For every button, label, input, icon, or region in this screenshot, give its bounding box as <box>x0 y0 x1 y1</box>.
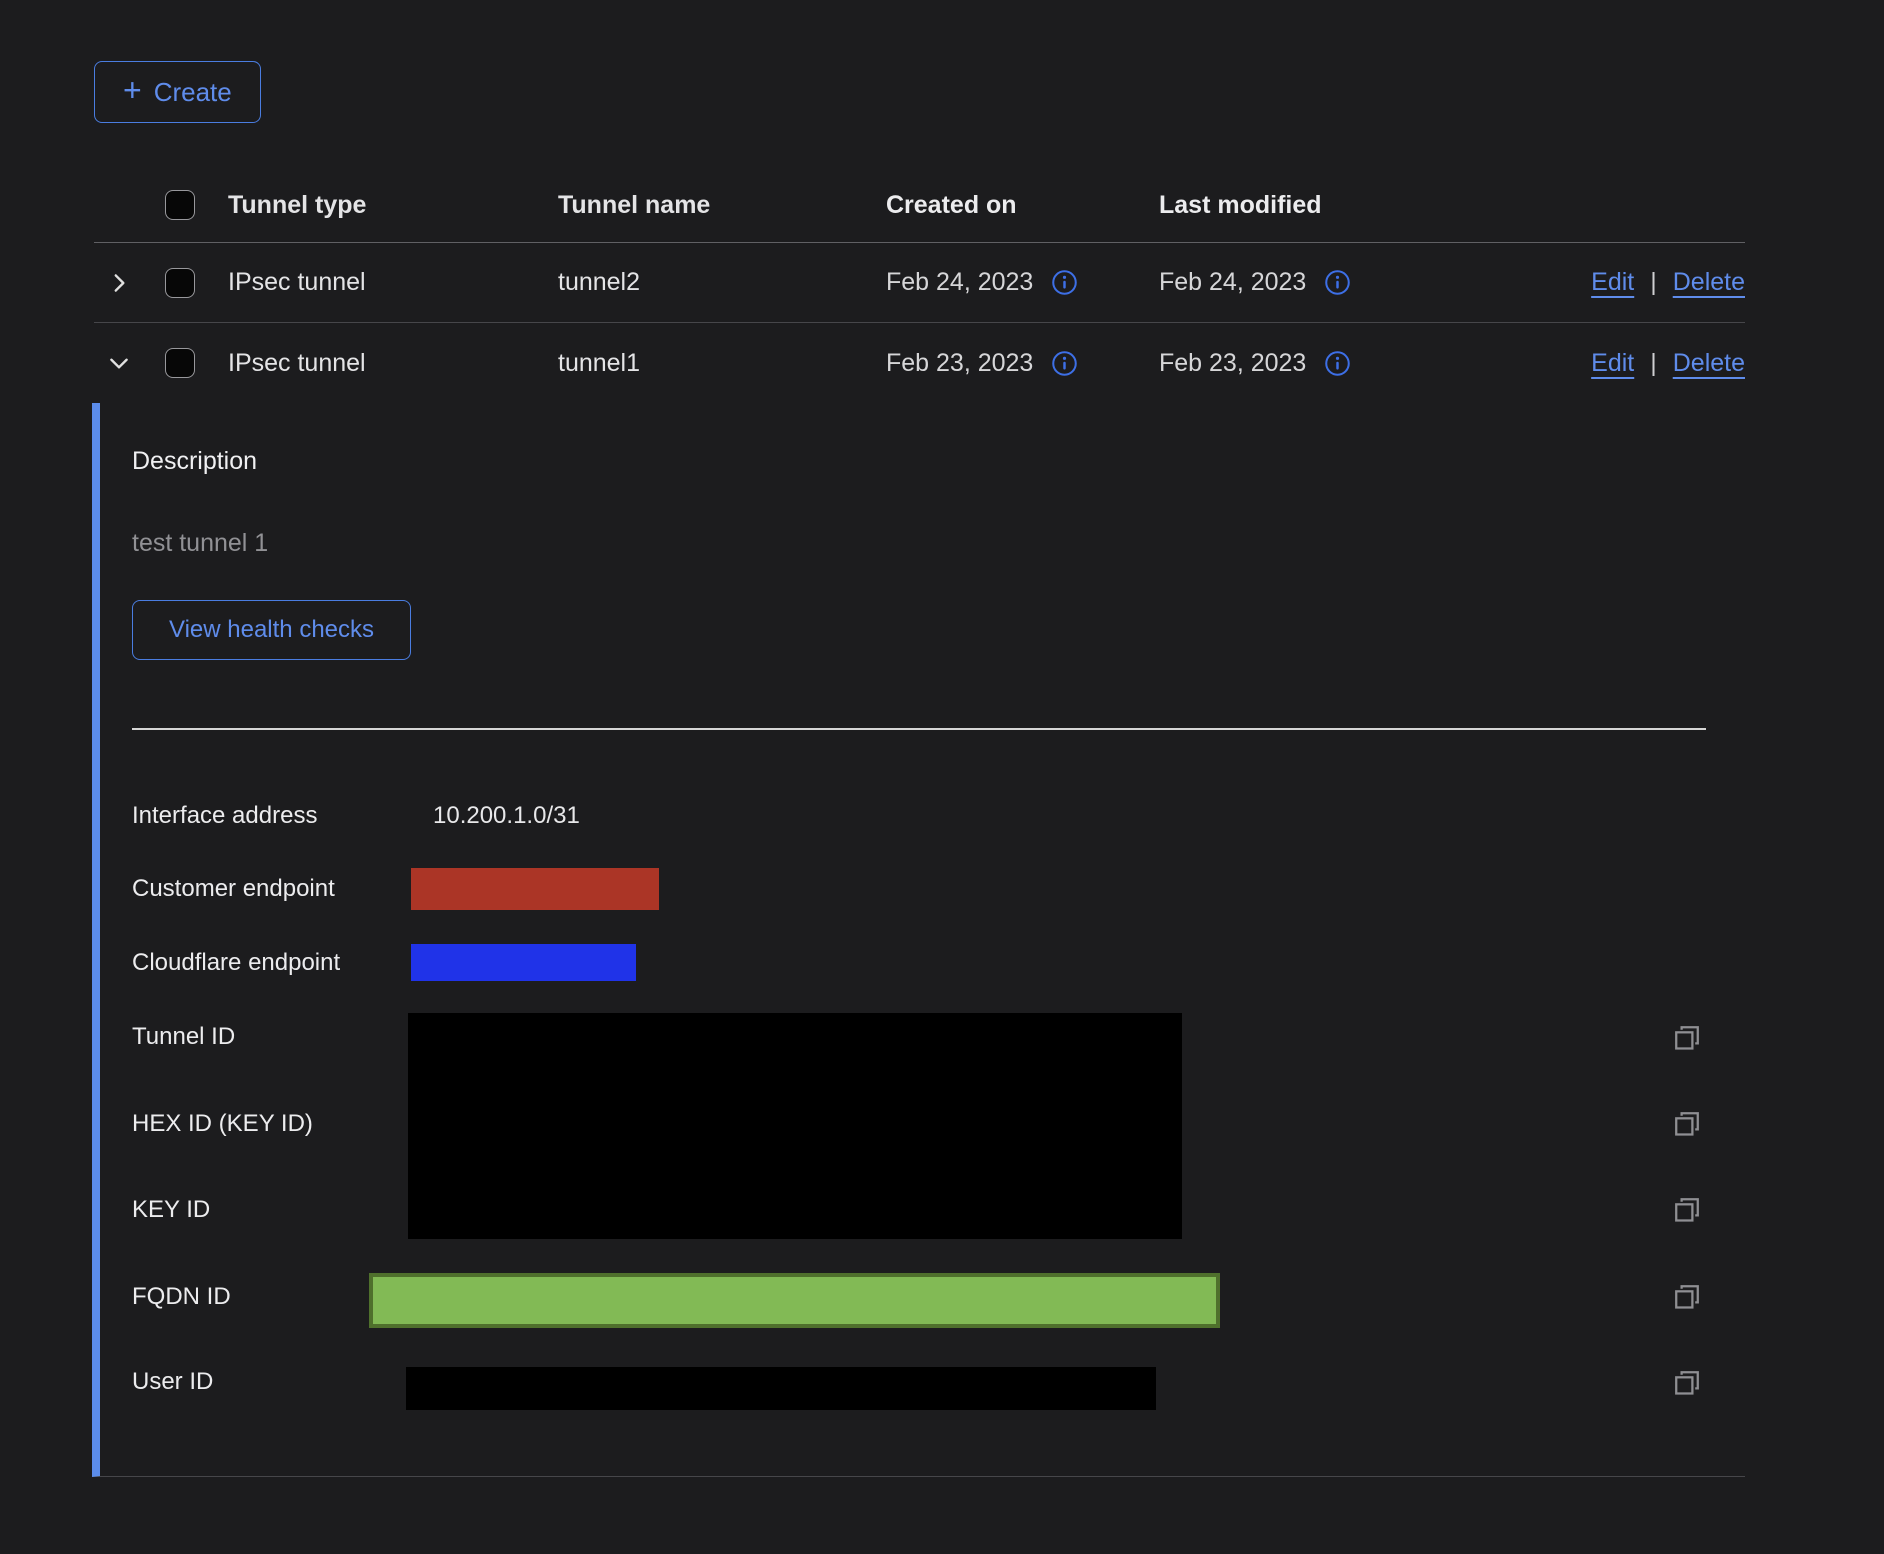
tunnel-id-label: Tunnel ID <box>132 1022 235 1052</box>
tunnel-name-value: tunnel1 <box>558 349 886 378</box>
action-separator: | <box>1650 268 1657 297</box>
header-last-modified: Last modified <box>1159 191 1440 220</box>
chevron-right-icon[interactable] <box>106 270 132 296</box>
info-icon[interactable] <box>1051 350 1078 377</box>
select-row-checkbox[interactable] <box>165 268 195 298</box>
table-row: IPsec tunnel tunnel1 Feb 23, 2023 Feb 23… <box>94 323 1745 403</box>
cloudflare-endpoint-label: Cloudflare endpoint <box>132 948 340 978</box>
copy-fqdn-id-icon[interactable] <box>1670 1280 1704 1314</box>
cloudflare-endpoint-redaction <box>411 944 636 981</box>
interface-address-value: 10.200.1.0/31 <box>433 801 580 831</box>
delete-link[interactable]: Delete <box>1673 349 1745 378</box>
customer-endpoint-label: Customer endpoint <box>132 874 335 904</box>
plus-icon: + <box>123 74 142 106</box>
create-button[interactable]: + Create <box>94 61 261 123</box>
tunnel-ids-redaction <box>408 1013 1182 1239</box>
fqdn-id-label: FQDN ID <box>132 1282 231 1312</box>
fqdn-id-redaction <box>369 1273 1220 1328</box>
action-separator: | <box>1650 349 1657 378</box>
copy-user-id-icon[interactable] <box>1670 1366 1704 1400</box>
table-header-row: Tunnel type Tunnel name Created on Last … <box>94 168 1745 243</box>
copy-key-id-icon[interactable] <box>1670 1193 1704 1227</box>
user-id-redaction <box>406 1367 1156 1410</box>
interface-address-label: Interface address <box>132 801 317 831</box>
edit-link[interactable]: Edit <box>1591 349 1634 378</box>
edit-link[interactable]: Edit <box>1591 268 1634 297</box>
header-tunnel-name: Tunnel name <box>558 191 886 220</box>
view-health-checks-button[interactable]: View health checks <box>132 600 411 660</box>
tunnel-type-value: IPsec tunnel <box>228 268 558 297</box>
last-modified-value: Feb 23, 2023 <box>1159 349 1306 378</box>
header-created-on: Created on <box>886 191 1159 220</box>
header-checkbox-cell <box>165 190 228 220</box>
user-id-label: User ID <box>132 1367 213 1397</box>
tunnels-table: Tunnel type Tunnel name Created on Last … <box>94 168 1745 1477</box>
tunnel-details-panel: Description test tunnel 1 View health ch… <box>92 403 1745 1477</box>
description-value: test tunnel 1 <box>132 529 268 558</box>
tunnel-name-value: tunnel2 <box>558 268 886 297</box>
section-divider <box>132 728 1706 730</box>
chevron-down-icon[interactable] <box>106 350 132 376</box>
customer-endpoint-redaction <box>411 868 659 910</box>
table-row: IPsec tunnel tunnel2 Feb 24, 2023 Feb 24… <box>94 243 1745 323</box>
header-tunnel-type: Tunnel type <box>228 191 558 220</box>
copy-tunnel-id-icon[interactable] <box>1670 1021 1704 1055</box>
delete-link[interactable]: Delete <box>1673 268 1745 297</box>
hex-id-label: HEX ID (KEY ID) <box>132 1109 313 1139</box>
description-label: Description <box>132 447 257 476</box>
info-icon[interactable] <box>1051 269 1078 296</box>
last-modified-value: Feb 24, 2023 <box>1159 268 1306 297</box>
key-id-label: KEY ID <box>132 1195 210 1225</box>
copy-hex-id-icon[interactable] <box>1670 1107 1704 1141</box>
created-on-value: Feb 23, 2023 <box>886 349 1033 378</box>
info-icon[interactable] <box>1324 350 1351 377</box>
select-row-checkbox[interactable] <box>165 348 195 378</box>
tunnel-type-value: IPsec tunnel <box>228 349 558 378</box>
create-button-label: Create <box>154 77 232 108</box>
created-on-value: Feb 24, 2023 <box>886 268 1033 297</box>
info-icon[interactable] <box>1324 269 1351 296</box>
tunnels-page: + Create Tunnel type Tunnel name Created… <box>0 0 1884 1477</box>
select-all-checkbox[interactable] <box>165 190 195 220</box>
